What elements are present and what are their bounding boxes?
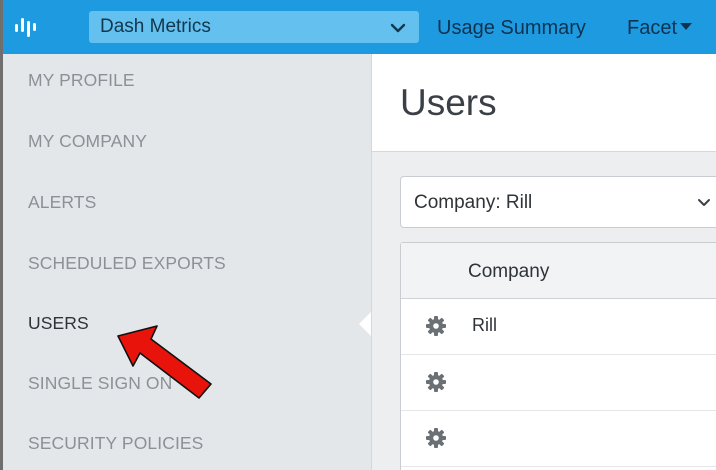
company-select-value: Company: Rill <box>414 192 533 213</box>
nav-usage-summary[interactable]: Usage Summary <box>437 17 586 40</box>
gear-icon[interactable] <box>425 315 447 337</box>
red-arrow-annotation <box>117 325 212 399</box>
sidebar-item-scheduled-exports[interactable]: SCHEDULED EXPORTS <box>28 253 226 274</box>
chevron-down-icon <box>698 199 710 206</box>
dashboard-select[interactable]: Dash Metrics <box>89 11 419 43</box>
table-header: Company <box>401 243 716 299</box>
top-navigation-bar: Dash Metrics Usage Summary Facet <box>3 0 716 54</box>
settings-sidebar: MY PROFILE MY COMPANY ALERTS SCHEDULED E… <box>3 54 371 470</box>
table-row: Rill <box>401 299 716 355</box>
sidebar-item-users[interactable]: USERS <box>28 313 89 334</box>
page-title: Users <box>400 82 497 123</box>
sidebar-item-security-policies[interactable]: SECURITY POLICIES <box>28 433 203 454</box>
app-logo-icon[interactable] <box>14 15 40 37</box>
main-content: Users Company: Rill Company Rill <box>371 54 716 470</box>
nav-facet-menu[interactable]: Facet <box>627 17 693 40</box>
column-header-company[interactable]: Company <box>468 261 549 283</box>
gear-icon[interactable] <box>425 371 447 393</box>
sidebar-item-my-profile[interactable]: MY PROFILE <box>28 70 135 91</box>
sidebar-item-alerts[interactable]: ALERTS <box>28 192 96 213</box>
page-header: Users <box>372 54 716 152</box>
table-row <box>401 411 716 467</box>
app-window: Dash Metrics Usage Summary Facet MY PROF… <box>0 0 716 470</box>
caret-down-icon <box>680 23 693 30</box>
active-item-indicator <box>359 312 371 336</box>
chevron-down-icon <box>390 23 406 33</box>
company-select[interactable]: Company: Rill <box>400 176 716 228</box>
sidebar-item-my-company[interactable]: MY COMPANY <box>28 131 147 152</box>
gear-icon[interactable] <box>425 427 447 449</box>
users-table: Company Rill <box>400 242 716 470</box>
nav-facet-label: Facet <box>627 17 678 39</box>
table-row <box>401 355 716 411</box>
dashboard-select-value: Dash Metrics <box>100 16 211 37</box>
company-cell: Rill <box>472 315 497 335</box>
